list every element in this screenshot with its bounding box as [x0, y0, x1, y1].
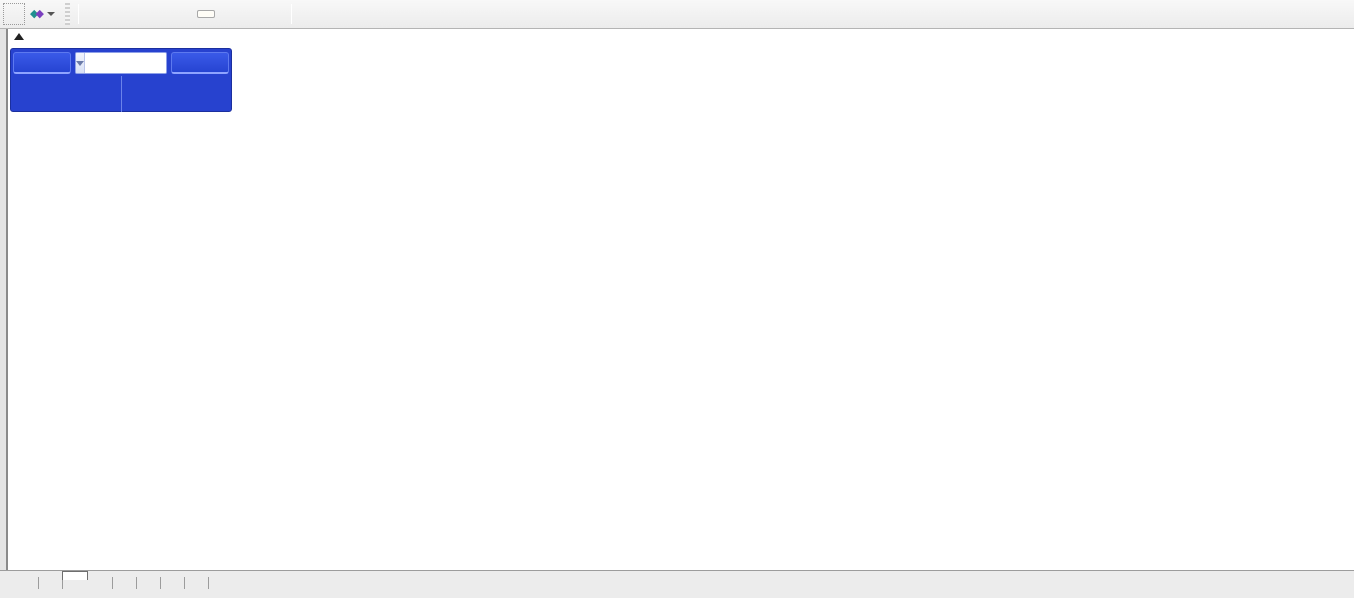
tab-usdchf-h4[interactable]	[62, 571, 88, 580]
one-click-trading-panel	[10, 48, 232, 112]
volume-input[interactable]	[85, 53, 167, 73]
chart-title	[14, 33, 38, 40]
macd-indicator-label	[12, 356, 27, 368]
buy-price-display[interactable]	[122, 76, 230, 112]
sell-price-display[interactable]	[13, 76, 122, 112]
buy-button[interactable]	[171, 52, 229, 74]
tab-usdcnh-h4[interactable]	[112, 572, 136, 579]
tab-audusd-daily[interactable]	[38, 572, 62, 579]
tab-gbpusd-m15[interactable]	[184, 572, 208, 579]
volume-decrease-button[interactable]	[76, 53, 85, 73]
chart-tabs-bar	[0, 570, 1354, 598]
tab-usdjpy-h4[interactable]	[136, 572, 160, 579]
collapse-chart-icon[interactable]	[14, 33, 24, 40]
tab-sp500-h1[interactable]	[208, 572, 232, 579]
tab-xauusd-m1[interactable]	[160, 572, 184, 579]
arrow-down-icon	[76, 61, 84, 66]
rsi-indicator-label	[12, 447, 22, 459]
sell-button[interactable]	[13, 52, 71, 74]
volume-stepper	[75, 52, 167, 74]
tab-eurusd-h4[interactable]	[14, 572, 38, 579]
tab-usdcad-daily[interactable]	[88, 572, 112, 579]
